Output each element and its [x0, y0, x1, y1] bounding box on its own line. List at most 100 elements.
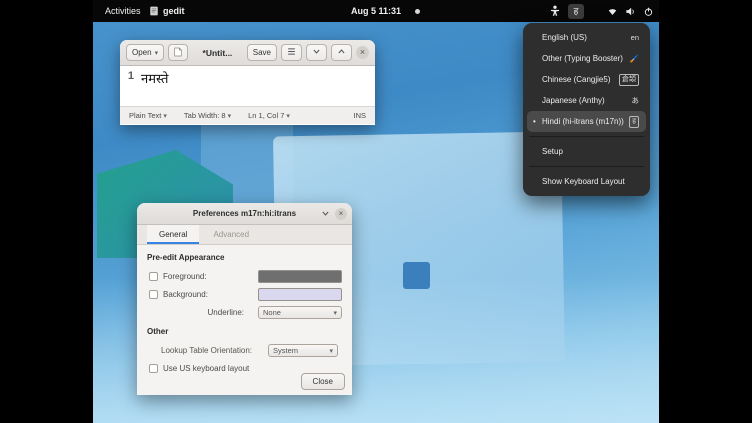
setup-label: Setup — [542, 147, 563, 156]
underline-row: Underline: None ▾ — [147, 304, 342, 321]
foreground-color-swatch[interactable] — [258, 270, 342, 283]
underline-dropdown[interactable]: None ▾ — [258, 306, 342, 319]
language-mode-dropdown[interactable]: Plain Text ▾ — [129, 111, 167, 120]
foreground-label: Foreground: — [163, 272, 207, 281]
input-source-badge: ह — [629, 116, 639, 128]
tab-width-dropdown[interactable]: Tab Width: 8 ▾ — [184, 111, 231, 120]
open-button-label: Open — [132, 48, 152, 57]
show-keyboard-layout-label: Show Keyboard Layout — [542, 177, 625, 186]
other-section-heading: Other — [147, 327, 342, 336]
close-window-button[interactable]: × — [356, 46, 369, 59]
system-status-area: ह — [549, 0, 654, 22]
underline-value: None — [263, 308, 281, 317]
background-checkbox[interactable] — [149, 290, 158, 299]
overwrite-mode-indicator[interactable]: INS — [353, 111, 366, 120]
us-keyboard-label: Use US keyboard layout — [163, 364, 249, 373]
open-button[interactable]: Open ▾ — [126, 44, 164, 61]
line-number: 1 — [120, 66, 137, 106]
lookup-orientation-dropdown[interactable]: System ▾ — [268, 344, 338, 357]
chevron-down-icon — [312, 47, 321, 58]
overwrite-mode-label: INS — [353, 111, 366, 120]
input-source-menu: English (US) en Other (Typing Booster) 🖌… — [523, 23, 650, 196]
new-document-button[interactable] — [168, 44, 188, 61]
new-document-icon — [174, 47, 182, 59]
preferences-tabs: General Advanced — [137, 225, 352, 245]
gedit-app-icon — [149, 6, 159, 16]
underline-label: Underline: — [147, 308, 251, 317]
gedit-statusbar: Plain Text ▾ Tab Width: 8 ▾ Ln 1, Col 7 … — [120, 106, 375, 124]
expand-button[interactable] — [306, 44, 327, 61]
tab-width-label: Tab Width: 8 — [184, 111, 226, 120]
input-source-badge: 🖌️ — [626, 54, 639, 63]
chevron-down-icon[interactable] — [321, 205, 330, 223]
volume-icon[interactable] — [625, 6, 636, 17]
top-bar: Activities gedit Aug 5 11:31 ह — [93, 0, 659, 22]
gedit-headerbar: Open ▾ *Untit... Save — [120, 40, 375, 66]
chevron-down-icon: ▾ — [163, 112, 167, 120]
network-icon[interactable] — [607, 6, 618, 17]
background-color-swatch[interactable] — [258, 288, 342, 301]
input-source-badge: en — [627, 33, 639, 42]
document-text: नमस्ते — [137, 66, 168, 106]
chevron-down-icon: ▾ — [329, 347, 333, 355]
language-mode-label: Plain Text — [129, 111, 161, 120]
save-button-label: Save — [253, 48, 271, 57]
collapse-button[interactable] — [331, 44, 352, 61]
desktop: Activities gedit Aug 5 11:31 ह — [93, 0, 659, 423]
chevron-down-icon: ▾ — [228, 112, 232, 120]
foreground-checkbox[interactable] — [149, 272, 158, 281]
lookup-orientation-value: System — [273, 346, 298, 355]
gedit-window: Open ▾ *Untit... Save — [120, 40, 375, 125]
menu-button[interactable] — [281, 44, 302, 61]
preferences-title: Preferences m17n:hi:itrans — [193, 209, 296, 218]
cursor-position-dropdown[interactable]: Ln 1, Col 7 ▾ — [248, 111, 290, 120]
input-source-english[interactable]: English (US) en — [527, 27, 646, 48]
save-button[interactable]: Save — [247, 44, 277, 61]
activities-button[interactable]: Activities — [101, 0, 145, 22]
accessibility-icon[interactable] — [549, 5, 561, 17]
gedit-text-area[interactable]: 1 नमस्ते — [120, 66, 375, 106]
tab-general[interactable]: General — [147, 225, 199, 244]
tab-advanced[interactable]: Advanced — [201, 225, 261, 244]
clock[interactable]: Aug 5 11:31 — [351, 0, 401, 22]
selected-dot: • — [533, 117, 536, 126]
menu-item-setup[interactable]: Setup — [527, 141, 646, 162]
background-row: Background: — [147, 286, 342, 303]
hamburger-icon — [287, 47, 296, 58]
power-icon[interactable] — [643, 6, 654, 17]
chevron-up-icon — [337, 47, 346, 58]
input-source-label: Hindi (hi-itrans (m17n)) — [542, 117, 624, 126]
recording-indicator-dot — [415, 9, 420, 14]
app-menu-button[interactable]: gedit — [149, 0, 185, 22]
us-keyboard-checkbox[interactable] — [149, 364, 158, 373]
chevron-down-icon: ▾ — [286, 112, 290, 120]
preedit-section-heading: Pre-edit Appearance — [147, 253, 342, 262]
preferences-window: Preferences m17n:hi:itrans × General Adv… — [137, 203, 352, 395]
input-source-label: Japanese (Anthy) — [542, 96, 605, 105]
input-source-label: Chinese (Cangjie5) — [542, 75, 610, 84]
menu-item-show-keyboard-layout[interactable]: Show Keyboard Layout — [527, 171, 646, 192]
input-source-japanese[interactable]: Japanese (Anthy) あ — [527, 90, 646, 111]
input-source-indicator[interactable]: ह — [568, 4, 584, 19]
menu-separator — [529, 166, 644, 167]
chevron-down-icon: ▾ — [155, 49, 159, 57]
input-source-typing-booster[interactable]: Other (Typing Booster) 🖌️ — [527, 48, 646, 69]
wallpaper-shape-square — [403, 262, 430, 289]
cursor-position-label: Ln 1, Col 7 — [248, 111, 284, 120]
menu-separator — [529, 136, 644, 137]
chevron-down-icon: ▾ — [333, 309, 337, 317]
preferences-headerbar: Preferences m17n:hi:itrans × — [137, 203, 352, 225]
lookup-orientation-label: Lookup Table Orientation: — [161, 346, 252, 355]
lookup-orientation-row: Lookup Table Orientation: System ▾ — [147, 342, 342, 359]
background-label: Background: — [163, 290, 208, 299]
gedit-window-title: *Untit... — [192, 48, 243, 58]
close-button[interactable]: Close — [301, 373, 345, 390]
input-source-label: Other (Typing Booster) — [542, 54, 623, 63]
preferences-body: Pre-edit Appearance Foreground: Backgrou… — [137, 245, 352, 395]
input-source-badge: あ — [628, 95, 640, 106]
input-source-label: English (US) — [542, 33, 587, 42]
input-source-hindi[interactable]: • Hindi (hi-itrans (m17n)) ह — [527, 111, 646, 132]
input-source-chinese[interactable]: Chinese (Cangjie5) 倉頡 — [527, 69, 646, 90]
foreground-row: Foreground: — [147, 268, 342, 285]
close-window-button[interactable]: × — [335, 208, 347, 220]
